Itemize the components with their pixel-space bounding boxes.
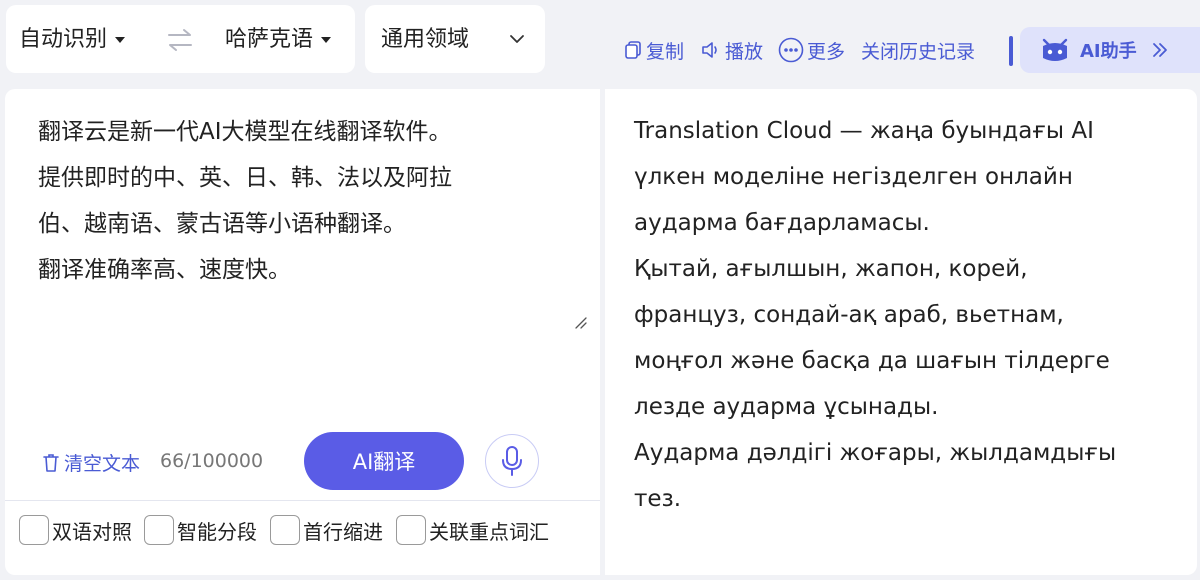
target-panel: Translation Cloud — жаңа буындағы AI үлк… bbox=[605, 89, 1197, 575]
more-dots-icon bbox=[778, 37, 804, 63]
ai-robot-icon bbox=[1042, 38, 1068, 61]
source-panel: 翻译云是新一代AI大模型在线翻译软件。 提供即时的中、英、日、韩、法以及阿拉 伯… bbox=[5, 89, 600, 575]
toolbar-divider bbox=[1009, 36, 1013, 66]
option-label: 双语对照 bbox=[52, 519, 132, 544]
char-count: 66/100000 bbox=[160, 450, 264, 472]
option-label: 首行缩进 bbox=[303, 519, 383, 544]
checkbox[interactable] bbox=[19, 515, 49, 545]
source-text-input[interactable]: 翻译云是新一代AI大模型在线翻译软件。 提供即时的中、英、日、韩、法以及阿拉 伯… bbox=[38, 109, 578, 293]
target-line: Аударма дәлдігі жоғары, жылдамдығы bbox=[634, 440, 1117, 466]
ai-translate-button[interactable]: AI翻译 bbox=[304, 432, 464, 490]
double-chevron-right-icon bbox=[1152, 43, 1167, 57]
more-button[interactable]: 更多 bbox=[778, 37, 845, 63]
microphone-icon bbox=[502, 446, 522, 476]
copy-label: 复制 bbox=[646, 40, 685, 63]
target-language-dropdown[interactable]: 哈萨克语 bbox=[225, 27, 332, 53]
translator-app: 自动识别 哈萨克语 通用领域 复制 播放 更多 关闭历史记录 AI助手 翻译云是… bbox=[0, 0, 1200, 580]
target-line: Translation Cloud — жаңа буындағы AI bbox=[634, 118, 1094, 144]
ai-assistant-label: AI助手 bbox=[1080, 41, 1137, 62]
speaker-icon bbox=[702, 42, 717, 58]
ai-assistant-button[interactable]: AI助手 bbox=[1020, 27, 1200, 73]
domain-label: 通用领域 bbox=[381, 27, 470, 52]
option-bilingual[interactable]: 双语对照 bbox=[19, 515, 132, 545]
source-line: 翻译准确率高、速度快。 bbox=[38, 257, 291, 283]
option-label: 关联重点词汇 bbox=[429, 519, 549, 544]
target-line: француз, сондай-ақ араб, вьетнам, bbox=[634, 302, 1064, 328]
target-line: үлкен моделіне негізделген онлайн bbox=[634, 164, 1073, 190]
source-line: 伯、越南语、蒙古语等小语种翻译。 bbox=[38, 211, 406, 237]
checkbox[interactable] bbox=[396, 515, 426, 545]
domain-dropdown[interactable]: 通用领域 bbox=[365, 5, 545, 73]
clear-text-label: 清空文本 bbox=[64, 453, 141, 475]
translation-output: Translation Cloud — жаңа буындағы AI үлк… bbox=[634, 108, 1184, 522]
voice-input-button[interactable] bbox=[485, 434, 539, 488]
source-line: 翻译云是新一代AI大模型在线翻译软件。 bbox=[38, 119, 452, 145]
copy-icon bbox=[625, 41, 641, 59]
play-label: 播放 bbox=[725, 40, 764, 63]
swap-icon[interactable] bbox=[166, 27, 194, 53]
option-smart-segment[interactable]: 智能分段 bbox=[144, 515, 257, 545]
panel-divider bbox=[5, 500, 600, 501]
chevron-down-icon bbox=[510, 35, 524, 43]
target-line: моңғол және басқа да шағын тілдерге bbox=[634, 348, 1110, 374]
trash-icon bbox=[43, 453, 59, 472]
source-language-dropdown[interactable]: 自动识别 bbox=[19, 27, 126, 53]
target-line: лезде аударма ұсынады. bbox=[634, 394, 939, 420]
close-history-button[interactable]: 关闭历史记录 bbox=[861, 37, 975, 63]
more-label: 更多 bbox=[807, 40, 846, 63]
play-button[interactable]: 播放 bbox=[700, 37, 763, 63]
clear-text-button[interactable]: 清空文本 bbox=[41, 449, 140, 476]
source-line: 提供即时的中、英、日、韩、法以及阿拉 bbox=[38, 165, 452, 191]
target-line: Қытай, ағылшын, жапон, корей, bbox=[634, 256, 1028, 282]
checkbox[interactable] bbox=[270, 515, 300, 545]
option-first-line-indent[interactable]: 首行缩进 bbox=[270, 515, 383, 545]
copy-button[interactable]: 复制 bbox=[623, 37, 684, 63]
resize-handle-icon[interactable] bbox=[573, 315, 587, 329]
caret-down-icon bbox=[115, 37, 126, 43]
target-language-label: 哈萨克语 bbox=[225, 27, 314, 52]
option-label: 智能分段 bbox=[177, 519, 257, 544]
source-language-label: 自动识别 bbox=[19, 27, 108, 52]
checkbox[interactable] bbox=[144, 515, 174, 545]
history-label: 关闭历史记录 bbox=[861, 40, 976, 63]
target-line: тез. bbox=[634, 486, 682, 512]
language-selector: 自动识别 哈萨克语 bbox=[6, 5, 355, 73]
option-key-vocabulary[interactable]: 关联重点词汇 bbox=[396, 515, 549, 545]
target-line: аударма бағдарламасы. bbox=[634, 210, 930, 236]
caret-down-icon bbox=[321, 37, 332, 43]
